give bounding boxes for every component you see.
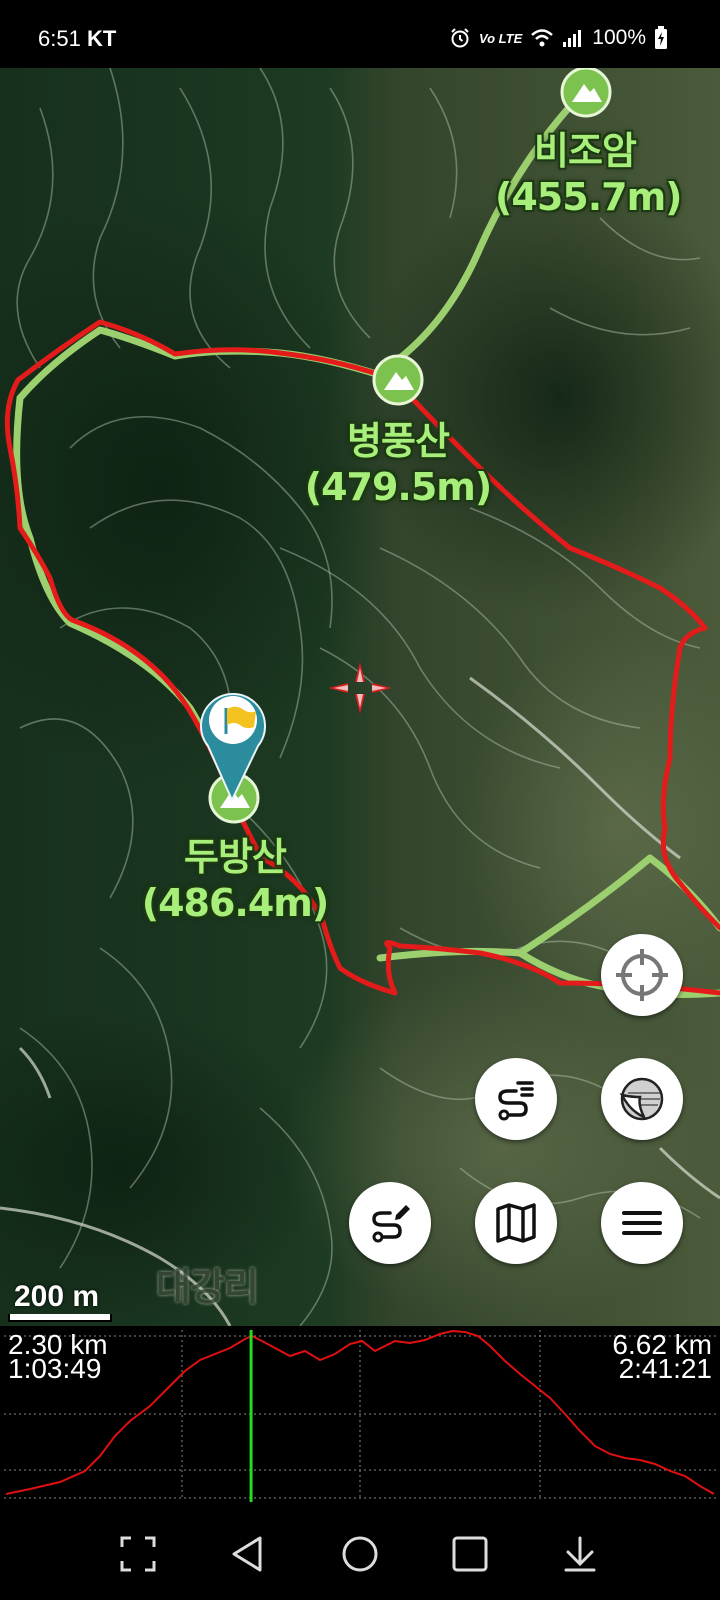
wifi-icon — [530, 28, 554, 48]
status-icons: Vo LTE 100% — [449, 26, 668, 50]
my-location-button[interactable] — [601, 934, 683, 1016]
alarm-icon — [449, 27, 471, 49]
place-label: 대강리 — [156, 1265, 259, 1309]
status-time: 6:51 KT — [38, 26, 117, 51]
home-icon — [342, 1536, 378, 1572]
peak-label-bijoam: 비조암 (455.7m) — [495, 129, 683, 219]
current-time: 1:03:49 — [8, 1353, 102, 1384]
peak-marker-byeongpungsan — [372, 354, 424, 406]
recents-icon — [452, 1536, 488, 1572]
map-canvas — [0, 68, 720, 1326]
signal-icon — [562, 28, 584, 48]
map-view[interactable]: 비조암 (455.7m) 병풍산 (479.5m) 두방산 (486.4m) 대강리 — [0, 68, 720, 1326]
carrier-label: KT — [86, 26, 117, 51]
scale-label: 200 m — [14, 1280, 100, 1313]
battery-icon — [654, 26, 668, 50]
peak-label-byeongpungsan: 병풍산 (479.5m) — [304, 419, 493, 509]
elevation-profile[interactable]: 2.30 km 1:03:49 6.62 km 2:41:21 — [0, 1326, 720, 1502]
status-bar: 6:51 KT Vo LTE 100% — [0, 0, 720, 68]
total-time: 2:41:21 — [618, 1353, 712, 1384]
back-icon — [232, 1536, 262, 1572]
map-layers-button[interactable] — [601, 1058, 683, 1140]
draw-route-button[interactable] — [349, 1182, 431, 1264]
map-icon — [496, 1203, 536, 1243]
battery-label: 100% — [592, 26, 646, 49]
scale-bar-line — [8, 1314, 112, 1322]
page-curl-icon — [619, 1077, 664, 1121]
volte-icon: Vo LTE — [478, 30, 523, 46]
fullscreen-icon — [120, 1536, 156, 1572]
menu-button[interactable] — [601, 1182, 683, 1264]
menu-icon — [622, 1211, 662, 1235]
system-nav-bar — [0, 1502, 720, 1600]
recents-button[interactable] — [440, 1524, 500, 1584]
hide-navbar-button[interactable] — [550, 1524, 610, 1584]
route-list-icon — [498, 1081, 534, 1121]
peak-marker-bijoam — [560, 68, 612, 118]
home-button[interactable] — [330, 1524, 390, 1584]
crosshair-icon — [616, 949, 668, 1001]
track-list-button[interactable] — [475, 1058, 557, 1140]
back-button[interactable] — [218, 1524, 278, 1584]
hide-bar-icon — [564, 1536, 596, 1572]
route-edit-icon — [372, 1205, 410, 1243]
map-scale-bar: 200 m — [8, 1280, 112, 1322]
maps-button[interactable] — [475, 1182, 557, 1264]
peak-label-dubangsan: 두방산 (486.4m) — [141, 835, 330, 925]
fullscreen-button[interactable] — [108, 1524, 168, 1584]
